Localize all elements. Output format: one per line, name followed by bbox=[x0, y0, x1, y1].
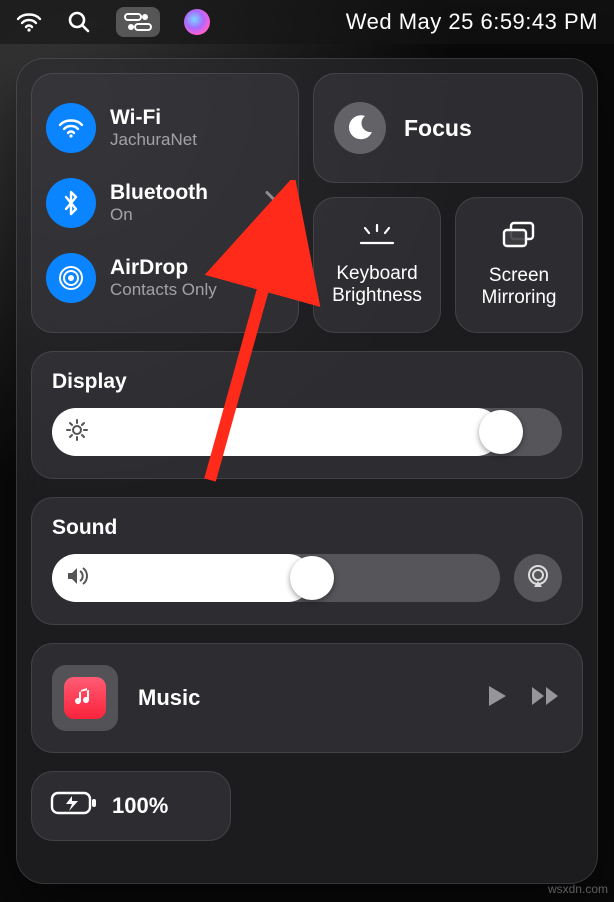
display-slider[interactable] bbox=[52, 408, 562, 456]
bluetooth-icon bbox=[46, 178, 96, 228]
sound-slider-thumb[interactable] bbox=[290, 556, 334, 600]
sm-line2: Mirroring bbox=[482, 287, 557, 308]
airdrop-title: AirDrop bbox=[110, 256, 217, 280]
airdrop-icon bbox=[46, 253, 96, 303]
airdrop-toggle[interactable]: AirDrop Contacts Only bbox=[46, 253, 284, 303]
kb-line1: Keyboard bbox=[336, 263, 417, 284]
bluetooth-subtitle: On bbox=[110, 205, 208, 225]
watermark: wsxdn.com bbox=[548, 882, 608, 896]
brightness-icon bbox=[66, 419, 88, 446]
battery-percent: 100% bbox=[112, 793, 168, 819]
wifi-menubar-icon[interactable] bbox=[16, 9, 42, 35]
menubar: Wed May 25 6:59:43 PM bbox=[0, 0, 614, 44]
display-tile: Display bbox=[31, 351, 583, 479]
bluetooth-title: Bluetooth bbox=[110, 181, 208, 205]
now-playing-tile[interactable]: Music bbox=[31, 643, 583, 753]
screen-mirroring-tile[interactable]: ScreenMirroring bbox=[455, 197, 583, 333]
screen-mirroring-icon bbox=[501, 221, 537, 255]
siri-icon[interactable] bbox=[184, 9, 210, 35]
sound-slider[interactable] bbox=[52, 554, 500, 602]
bluetooth-toggle[interactable]: Bluetooth On bbox=[46, 178, 284, 228]
airdrop-subtitle: Contacts Only bbox=[110, 280, 217, 300]
display-slider-thumb[interactable] bbox=[479, 410, 523, 454]
keyboard-brightness-icon bbox=[357, 223, 397, 253]
focus-label: Focus bbox=[404, 115, 472, 142]
battery-tile[interactable]: 100% bbox=[31, 771, 231, 841]
airplay-audio-button[interactable] bbox=[514, 554, 562, 602]
sound-tile: Sound bbox=[31, 497, 583, 625]
fast-forward-icon[interactable] bbox=[530, 684, 562, 713]
keyboard-brightness-tile[interactable]: KeyboardBrightness bbox=[313, 197, 441, 333]
spotlight-icon[interactable] bbox=[66, 9, 92, 35]
moon-icon bbox=[334, 102, 386, 154]
control-center-menubar-icon[interactable] bbox=[116, 7, 160, 37]
battery-charging-icon bbox=[50, 790, 98, 822]
kb-line2: Brightness bbox=[332, 285, 422, 306]
wifi-subtitle: JachuraNet bbox=[110, 130, 197, 150]
sound-label: Sound bbox=[52, 516, 562, 540]
play-icon[interactable] bbox=[486, 684, 508, 713]
music-artwork bbox=[52, 665, 118, 731]
volume-icon bbox=[66, 566, 90, 591]
wifi-toggle[interactable]: Wi-Fi JachuraNet bbox=[46, 103, 284, 153]
wifi-title: Wi-Fi bbox=[110, 106, 197, 130]
airplay-icon bbox=[525, 563, 551, 594]
music-title: Music bbox=[138, 685, 466, 711]
control-center-panel: Wi-Fi JachuraNet Bluetooth On bbox=[16, 58, 598, 884]
connectivity-tile: Wi-Fi JachuraNet Bluetooth On bbox=[31, 73, 299, 333]
wifi-icon bbox=[46, 103, 96, 153]
chevron-right-icon[interactable] bbox=[264, 189, 278, 216]
display-label: Display bbox=[52, 370, 562, 394]
menubar-datetime[interactable]: Wed May 25 6:59:43 PM bbox=[346, 9, 598, 35]
music-app-icon bbox=[64, 677, 106, 719]
sm-line1: Screen bbox=[489, 265, 549, 286]
focus-tile[interactable]: Focus bbox=[313, 73, 583, 183]
